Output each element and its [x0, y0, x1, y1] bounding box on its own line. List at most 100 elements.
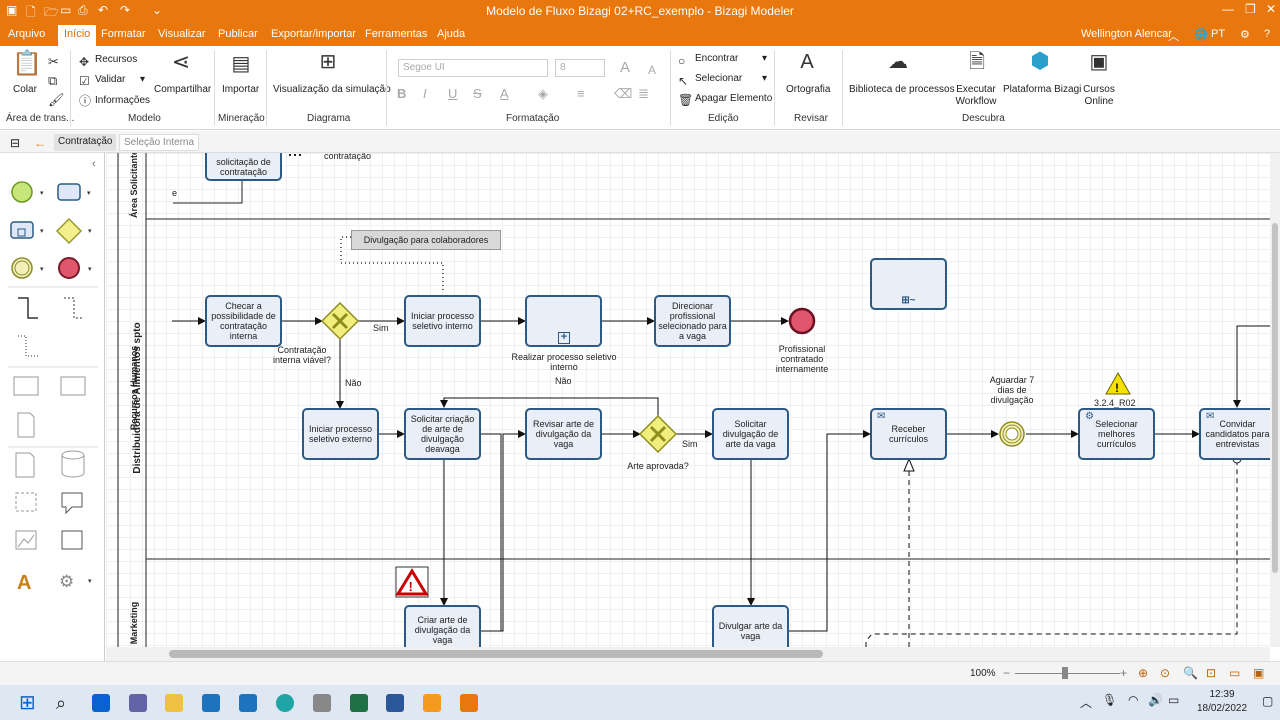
zoom-fit-icon[interactable]: ⊕: [1138, 666, 1148, 680]
paste-button[interactable]: Colar: [13, 84, 37, 95]
task-direcionar[interactable]: Direcionar profissional selecionado para…: [654, 295, 731, 347]
simulacao-button[interactable]: Visualização da simulação: [273, 84, 391, 95]
strikethrough-icon[interactable]: S: [473, 84, 482, 104]
grow-font-icon[interactable]: A: [620, 58, 630, 78]
task-iniciar-externo[interactable]: Iniciar processo seletivo externo: [302, 408, 379, 460]
fill-color-icon[interactable]: ◈: [538, 84, 548, 104]
paste-icon[interactable]: 📋: [12, 52, 42, 76]
horizontal-scrollbar[interactable]: [106, 647, 1270, 661]
executar-button[interactable]: Executar Workflow: [950, 84, 1002, 108]
gear-icon[interactable]: ⚙: [1240, 28, 1250, 41]
zoom-actual-icon[interactable]: ⊙: [1160, 666, 1170, 680]
close-button[interactable]: ✕: [1266, 2, 1276, 16]
clock-time[interactable]: 12:39: [1195, 689, 1249, 700]
overview-icon[interactable]: ▣: [1253, 666, 1264, 680]
warning-icon[interactable]: !: [395, 566, 429, 598]
user-name[interactable]: Wellington Alencar: [1081, 28, 1172, 40]
data-store-tool[interactable]: [61, 450, 85, 460]
calculator-icon[interactable]: [239, 694, 257, 712]
annotation-divulgacao[interactable]: Divulgação para colaboradores: [351, 230, 501, 250]
selecionar-button[interactable]: Selecionar: [695, 73, 742, 84]
tab-exportar[interactable]: Exportar/importar: [271, 28, 356, 40]
encontrar-button[interactable]: Encontrar: [695, 53, 738, 64]
compartilhar-button[interactable]: Compartilhar: [154, 84, 211, 95]
pool-tool[interactable]: [13, 376, 39, 396]
font-size-select[interactable]: 8: [555, 59, 605, 77]
font-color-icon[interactable]: A: [500, 84, 509, 104]
gateway-tool[interactable]: ▾: [55, 217, 92, 245]
expand-icon[interactable]: +: [558, 332, 570, 344]
vertical-scrollbar[interactable]: [1270, 153, 1280, 647]
zoom-out-icon[interactable]: −: [1003, 666, 1010, 680]
volume-icon[interactable]: 🔊: [1148, 693, 1163, 707]
tab-arquivo[interactable]: Arquivo: [8, 28, 45, 40]
task-iniciar-interno[interactable]: Iniciar processo seletivo interno: [404, 295, 481, 347]
task-convidar[interactable]: ✉ Convidar candidatos para entrevistas: [1199, 408, 1270, 460]
gateway-contratacao-interna[interactable]: [320, 301, 360, 341]
microphone-icon[interactable]: 🎙: [1102, 693, 1117, 707]
validar-button[interactable]: Validar: [95, 74, 125, 85]
back-arrow-icon[interactable]: ←: [30, 134, 50, 151]
gateway-arte-aprovada[interactable]: [638, 414, 678, 454]
selecionar-dropdown-icon[interactable]: ▾: [762, 73, 767, 84]
notification-icon[interactable]: ▢: [1262, 694, 1273, 708]
format-painter-icon[interactable]: 🖌: [48, 90, 65, 110]
header-tool[interactable]: [61, 530, 83, 550]
tab-ajuda[interactable]: Ajuda: [437, 28, 465, 40]
restore-button[interactable]: ❐: [1245, 2, 1256, 16]
language-label[interactable]: PT: [1211, 28, 1225, 40]
biblioteca-button[interactable]: Biblioteca de processos: [849, 84, 955, 95]
task-tool[interactable]: ▾: [57, 183, 91, 201]
task-criar-arte[interactable]: Criar arte de divulgação da vaga: [404, 605, 481, 647]
encontrar-dropdown-icon[interactable]: ▾: [762, 53, 767, 64]
tab-inicio[interactable]: Início: [58, 25, 97, 46]
bold-icon[interactable]: B: [397, 84, 406, 104]
cursos-button[interactable]: Cursos Online: [1080, 84, 1118, 108]
shrink-font-icon[interactable]: A: [648, 60, 656, 80]
file-explorer-icon[interactable]: [165, 694, 183, 712]
lane-tool[interactable]: [60, 376, 86, 396]
breadcrumb-contratacao[interactable]: Contratação: [54, 134, 117, 151]
end-event-tool[interactable]: ▾: [58, 257, 92, 279]
line-style-icon[interactable]: ≣: [638, 84, 649, 104]
word-icon[interactable]: [386, 694, 404, 712]
notepad-icon[interactable]: [202, 694, 220, 712]
italic-icon[interactable]: I: [423, 84, 427, 104]
validar-dropdown-icon[interactable]: ▾: [140, 74, 145, 85]
sequence-flow-tool[interactable]: [18, 297, 38, 319]
end-event[interactable]: [788, 307, 816, 335]
subprocess-tool[interactable]: ▾: [10, 221, 44, 239]
zoom-slider-thumb[interactable]: [1062, 667, 1068, 679]
breadcrumb-selecao-interna[interactable]: Seleção Interna: [119, 134, 200, 151]
teams-icon[interactable]: [129, 694, 147, 712]
task-solicitar-arte[interactable]: Solicitar criação de arte de divulgação …: [404, 408, 481, 460]
plataforma-button[interactable]: Plataforma Bizagi: [1003, 84, 1081, 95]
usb-icon[interactable]: [313, 694, 331, 712]
clear-format-icon[interactable]: ⌫: [614, 84, 632, 104]
diagram-canvas[interactable]: ! ! Distribuidora de Alimentos spto Área…: [106, 153, 1270, 647]
data-object-tool[interactable]: [17, 412, 35, 438]
cut-icon[interactable]: ✂: [48, 52, 59, 72]
intermediate-event-tool[interactable]: ▾: [11, 257, 44, 279]
text-tool[interactable]: A: [17, 572, 31, 594]
message-flow-tool[interactable]: [64, 297, 84, 319]
alert-icon[interactable]: !: [1105, 371, 1131, 395]
document-tool[interactable]: [15, 452, 35, 478]
subprocess-processo-interno[interactable]: +: [525, 295, 602, 347]
gear-tool-icon[interactable]: ⚙: [59, 572, 74, 591]
task-solicitacao[interactable]: solicitação de contratação: [205, 153, 282, 181]
tab-ferramentas[interactable]: Ferramentas: [365, 28, 427, 40]
importar-button[interactable]: Importar: [222, 84, 259, 95]
clock-date[interactable]: 18/02/2022: [1195, 703, 1249, 714]
horizontal-scroll-thumb[interactable]: [169, 650, 823, 658]
task-receber-curriculos[interactable]: ✉ Receber currículos: [870, 408, 947, 460]
windows-start-icon[interactable]: ⊞: [19, 693, 37, 713]
task-solicitar-divulgacao[interactable]: Solicitar divulgação de arte da vaga: [712, 408, 789, 460]
collapsed-subprocess[interactable]: ⊞~: [870, 258, 947, 310]
recursos-button[interactable]: Recursos: [95, 54, 137, 65]
globe-icon[interactable]: 🌐: [1194, 28, 1208, 41]
task-selecionar-curriculos[interactable]: ⚙ Selecionar melhores currículos: [1078, 408, 1155, 460]
bizagi-modeler-icon[interactable]: [460, 694, 478, 712]
battery-icon[interactable]: ▭: [1168, 693, 1179, 707]
edge-icon[interactable]: [276, 694, 294, 712]
